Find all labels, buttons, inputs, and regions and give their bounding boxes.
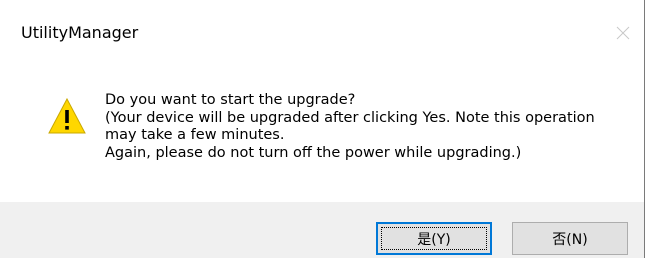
warning-icon <box>48 97 86 134</box>
title-bar: UtilityManager <box>0 0 644 60</box>
message-line: (Your device will be upgraded after clic… <box>105 109 595 126</box>
no-button-label: 否(N) <box>552 231 588 248</box>
close-button[interactable] <box>610 20 636 46</box>
yes-button[interactable]: 是(Y) <box>376 222 492 255</box>
message-line: may take a few minutes. <box>105 127 285 143</box>
message-dialog: UtilityManager Do you want to start the … <box>0 0 645 258</box>
no-button[interactable]: 否(N) <box>512 222 628 255</box>
message-line: Do you want to start the upgrade? <box>105 92 356 108</box>
button-bar: 是(Y) 否(N) <box>0 202 644 258</box>
dialog-content: Do you want to start the upgrade? (Your … <box>0 60 644 202</box>
yes-button-label: 是(Y) <box>417 231 451 248</box>
message-text: Do you want to start the upgrade? (Your … <box>105 92 625 162</box>
window-title: UtilityManager <box>21 23 139 42</box>
close-icon <box>616 26 630 40</box>
message-line: Again, please do not turn off the power … <box>105 144 522 161</box>
